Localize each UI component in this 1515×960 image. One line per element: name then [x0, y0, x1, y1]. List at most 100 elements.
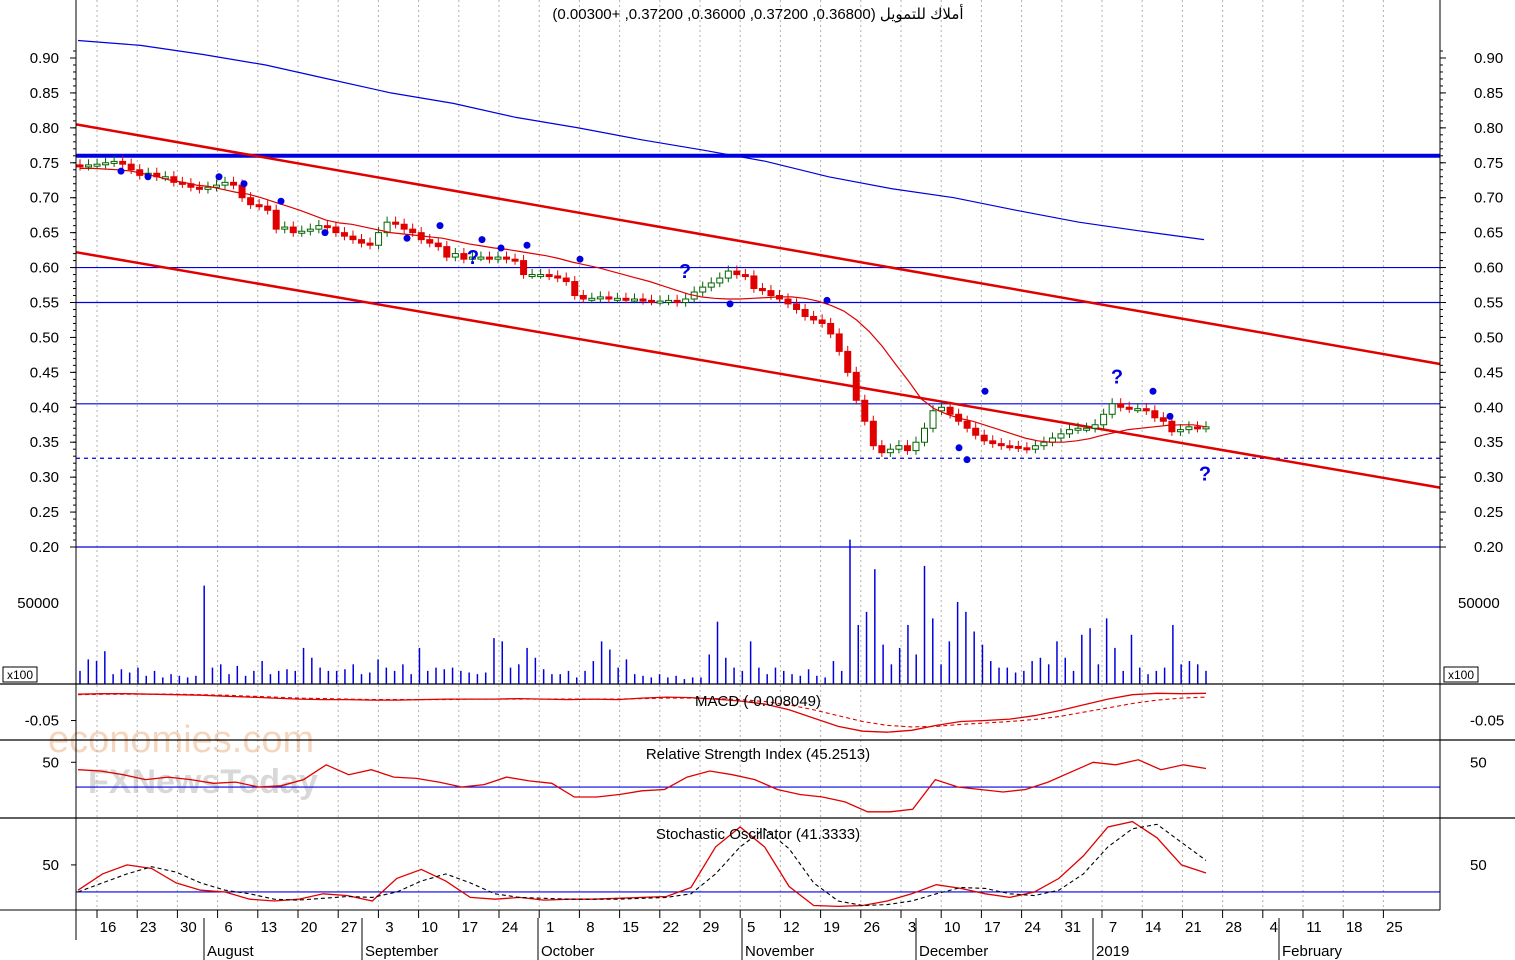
x-tick-label-7: 3	[385, 919, 393, 936]
candle-body-34	[366, 242, 374, 246]
x-tick-label-27: 21	[1185, 919, 1202, 936]
candle-body-48	[485, 256, 493, 260]
candle-body-5	[119, 160, 127, 165]
y-tick-label-left-3: 0.75	[30, 155, 59, 172]
month-label-5: 2019	[1096, 943, 1129, 960]
x-tick-label-11: 1	[546, 919, 554, 936]
candle-body-57	[562, 277, 570, 283]
candle-body-23	[272, 209, 280, 230]
y-tick-label-left-7: 0.55	[30, 295, 59, 312]
candle-body-31	[340, 232, 348, 237]
osc-tick-right-0: 50	[1470, 754, 1487, 771]
marker-dot-8	[478, 236, 486, 244]
marker-dot-4	[277, 197, 285, 205]
marker-question-1: ?	[679, 261, 691, 283]
y-tick-label-right-10: 0.40	[1474, 399, 1503, 416]
y-tick-label-right-1: 0.85	[1474, 85, 1503, 102]
candle-body-64	[622, 297, 630, 301]
candle-body-100	[929, 410, 937, 429]
x-tick-label-29: 4	[1270, 919, 1278, 936]
candle-body-80	[758, 288, 766, 292]
y-tick-label-left-11: 0.35	[30, 434, 59, 451]
candle-body-105	[972, 427, 980, 436]
x-tick-label-20: 3	[908, 919, 916, 936]
candle-body-4	[110, 160, 118, 164]
candle-body-119	[1091, 424, 1099, 429]
x-tick-label-18: 19	[823, 919, 840, 936]
x-tick-label-30: 11	[1306, 919, 1322, 936]
candle-body-14	[195, 186, 203, 190]
candle-body-60	[588, 297, 596, 301]
candle-body-131	[1193, 426, 1201, 430]
candle-body-59	[579, 295, 587, 300]
candle-body-41	[426, 239, 434, 244]
candle-body-32	[349, 235, 357, 241]
x-tick-label-19: 26	[863, 919, 880, 936]
candle-body-30	[332, 226, 340, 234]
candle-body-86	[810, 315, 818, 321]
candle-body-120	[1100, 413, 1108, 426]
x-tick-label-13: 15	[622, 919, 639, 936]
candle-body-68	[656, 300, 664, 304]
candle-body-0	[76, 164, 84, 168]
x-tick-label-24: 31	[1064, 919, 1081, 936]
candle-body-3	[102, 162, 110, 166]
candle-body-35	[375, 232, 383, 246]
x-tick-label-9: 17	[461, 919, 478, 936]
candle-body-104	[963, 420, 971, 429]
x-tick-label-28: 28	[1225, 919, 1242, 936]
candle-body-38	[400, 223, 408, 230]
candle-body-94	[878, 445, 886, 454]
month-label-3: November	[745, 943, 814, 960]
candle-body-121	[1108, 403, 1116, 415]
stock-chart: economies.com FXNewsToday ???? 50000 5000…	[0, 0, 1515, 960]
x-tick-label-21: 10	[944, 919, 961, 936]
candle-body-42	[434, 242, 442, 248]
x-tick-label-4: 13	[260, 919, 277, 936]
y-tick-label-left-8: 0.50	[30, 329, 59, 346]
candle-body-95	[886, 448, 894, 454]
y-tick-label-right-3: 0.75	[1474, 155, 1503, 172]
x-tick-label-12: 8	[586, 919, 594, 936]
candle-body-128	[1168, 420, 1176, 433]
candle-body-85	[801, 308, 809, 317]
candle-body-52	[520, 260, 528, 276]
y-tick-label-right-8: 0.50	[1474, 329, 1503, 346]
candle-body-124	[1134, 408, 1142, 412]
month-label-6: February	[1282, 943, 1343, 960]
candle-body-76	[724, 270, 732, 279]
candle-body-87	[818, 319, 826, 324]
volume-unit-right: x100	[1448, 668, 1474, 682]
marker-dot-17	[1149, 387, 1157, 395]
y-tick-label-right-0: 0.90	[1474, 50, 1503, 67]
y-tick-label-right-6: 0.60	[1474, 260, 1503, 277]
y-tick-label-right-2: 0.80	[1474, 120, 1503, 137]
candle-body-29	[323, 225, 331, 229]
marker-dot-12	[726, 300, 734, 308]
candle-body-84	[793, 303, 801, 310]
candle-body-106	[980, 434, 988, 442]
candle-body-129	[1176, 429, 1184, 433]
candle-body-88	[827, 322, 835, 335]
candle-body-96	[895, 445, 903, 450]
series-line-1	[77, 823, 1207, 907]
watermark: economies.com FXNewsToday	[48, 719, 318, 801]
candle-body-98	[912, 441, 920, 452]
y-tick-label-left-10: 0.40	[30, 399, 59, 416]
osc-tick-left-0: -0.05	[25, 713, 59, 730]
x-tick-label-15: 29	[703, 919, 720, 936]
y-tick-label-left-2: 0.80	[30, 120, 59, 137]
x-tick-label-26: 14	[1145, 919, 1162, 936]
candle-body-126	[1151, 410, 1159, 419]
candle-body-116	[1066, 429, 1074, 435]
x-tick-label-1: 23	[140, 919, 157, 936]
candle-body-110	[1014, 445, 1022, 449]
y-tick-label-right-7: 0.55	[1474, 295, 1503, 312]
x-tick-label-5: 20	[301, 919, 318, 936]
candle-body-75	[716, 277, 724, 284]
y-tick-label-left-1: 0.85	[30, 85, 59, 102]
candle-body-33	[358, 239, 365, 244]
candle-body-132	[1202, 426, 1210, 430]
candle-body-51	[511, 258, 519, 262]
candle-body-118	[1083, 427, 1091, 431]
